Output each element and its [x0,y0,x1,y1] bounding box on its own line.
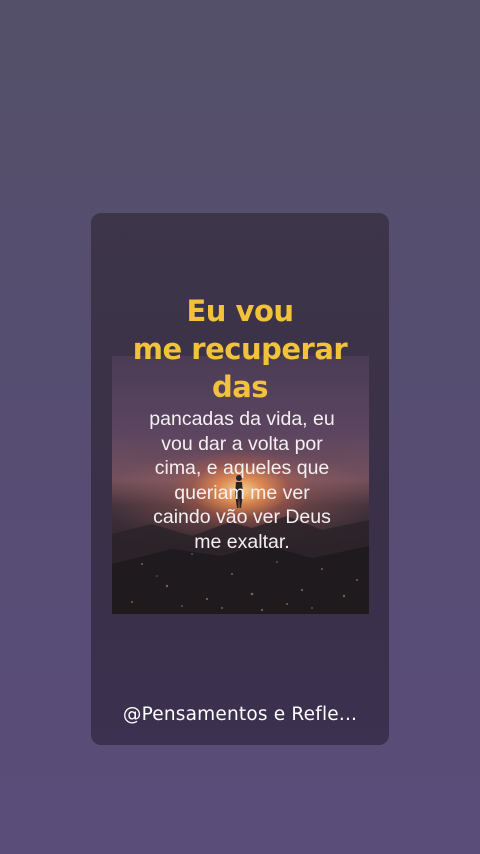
quote-line-2: vou dar a volta por [161,432,323,455]
quote-line-5: caindo vão ver Deus [153,506,331,528]
account-handle[interactable]: @Pensamentos e Refle... [91,703,389,727]
headline-line-3: das [211,370,269,404]
headline-line-1: Eu vou [186,294,294,328]
quote-body: pancadas da vida, eu vou dar a volta por… [111,407,373,554]
headline-line-2: me recuperar [132,332,348,366]
quote-line-3: cima, e aqueles que [154,457,330,479]
story-card[interactable]: Eu vou me recuperar das pancadas da vida… [91,213,389,745]
headline: Eu vou me recuperar das [91,292,389,406]
quote-line-1: pancadas da vida, eu [149,408,335,430]
quote-line-4: queriam me ver [174,481,310,504]
quote-line-6: me exaltar. [194,530,290,553]
